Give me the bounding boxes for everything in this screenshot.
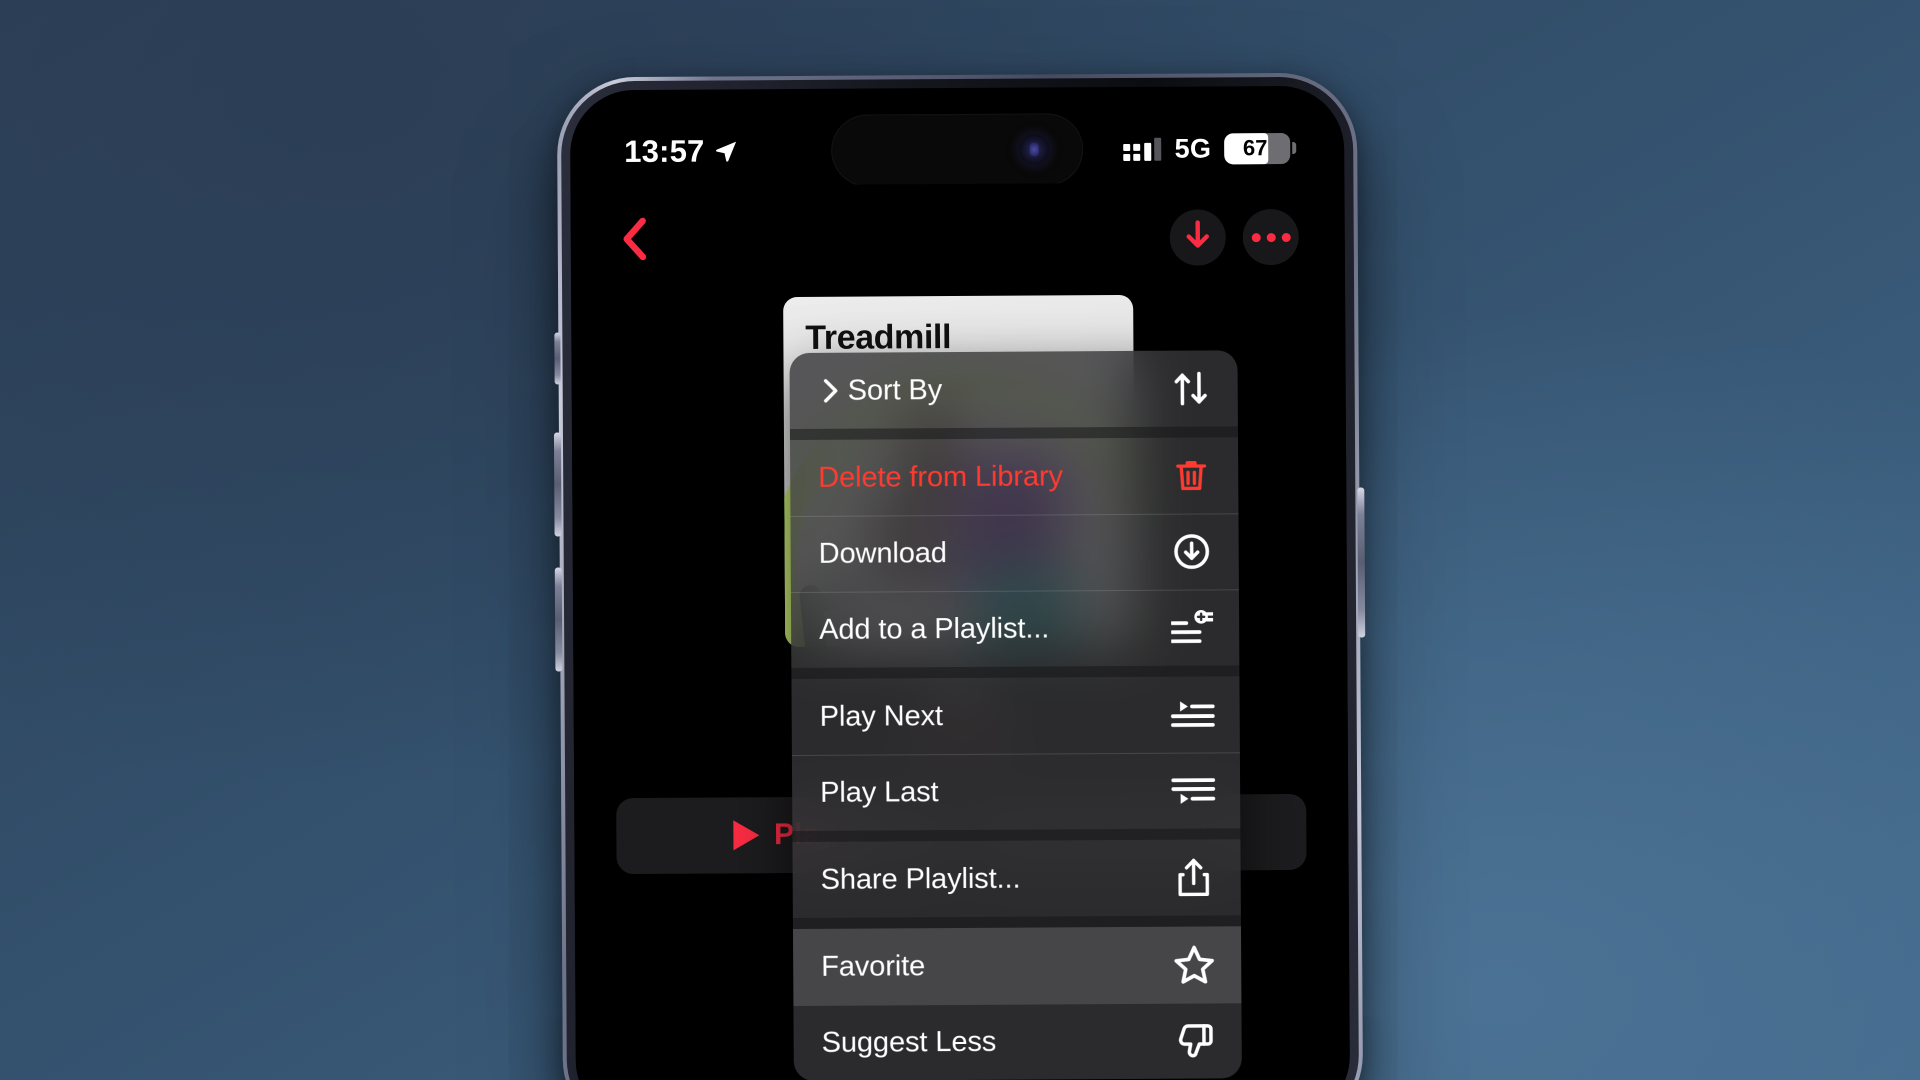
chevron-left-icon [619, 215, 649, 266]
menu-item-share-playlist[interactable]: Share Playlist... [792, 839, 1240, 918]
thumbs-down-icon [1172, 1017, 1218, 1063]
menu-item-download[interactable]: Download [790, 513, 1238, 592]
battery-percent-label: 67 [1242, 135, 1268, 161]
play-next-icon [1170, 691, 1216, 737]
menu-item-label: Download [818, 536, 947, 570]
sort-arrows-icon [1168, 365, 1214, 411]
desktop-background: 13:57 5G 67 Treadmill Sort By Delete fro… [0, 0, 1920, 1080]
menu-item-label: Add to a Playlist... [819, 611, 1050, 646]
volume-up-button[interactable] [553, 432, 562, 537]
menu-item-play-last[interactable]: Play Last [792, 752, 1240, 831]
download-circle-icon [1169, 528, 1215, 574]
battery-cap [1292, 141, 1297, 154]
context-menu: Sort By Delete from Library Download Add to… [789, 350, 1242, 1080]
menu-group: Delete from Library Download Add to a Play… [789, 437, 1240, 669]
menu-group: Play Next Play Last [791, 676, 1241, 832]
apple-music-playlist-view: Treadmill To Apple Play Sort ByDelete f [570, 181, 1351, 1080]
menu-item-label: Favorite [821, 949, 926, 983]
menu-item-sort-by[interactable]: Sort By [789, 350, 1237, 429]
menu-item-play-next[interactable]: Play Next [791, 676, 1239, 755]
silent-switch-button[interactable] [554, 332, 561, 385]
play-triangle-icon [732, 820, 760, 851]
menu-item-label: Share Playlist... [820, 862, 1021, 896]
menu-item-favorite[interactable]: Favorite [792, 926, 1242, 1006]
menu-group: Sort By [789, 350, 1238, 430]
more-options-button[interactable] [1242, 208, 1299, 266]
menu-group: Favorite Suggest Less [792, 926, 1242, 1080]
star-icon [1171, 941, 1217, 987]
menu-item-label: Play Last [820, 775, 939, 809]
menu-group: Share Playlist... [792, 839, 1241, 919]
menu-item-suggest-less[interactable]: Suggest Less [793, 1002, 1241, 1080]
navigation-actions [1169, 208, 1299, 266]
share-icon [1171, 854, 1217, 900]
menu-item-delete-from-library[interactable]: Delete from Library [790, 437, 1238, 516]
menu-item-label: Suggest Less [821, 1025, 997, 1059]
trash-icon [1168, 452, 1214, 498]
play-last-icon [1170, 767, 1216, 813]
playlist-add-icon [1169, 604, 1215, 650]
menu-item-add-to-a-playlist[interactable]: Add to a Playlist... [791, 589, 1239, 668]
download-arrow-icon [1183, 219, 1213, 256]
network-type-label: 5G [1174, 132, 1212, 164]
chevron-right-icon [818, 378, 844, 404]
phone-screen: 13:57 5G 67 Treadmill Sort By Delete fro… [569, 85, 1351, 1080]
status-bar-clock: 13:57 [624, 133, 705, 170]
download-button[interactable] [1169, 209, 1226, 266]
location-arrow-icon [714, 139, 738, 163]
menu-item-label: Play Next [819, 699, 943, 733]
power-button[interactable] [1357, 487, 1366, 638]
status-bar-right: 5G 67 [1123, 132, 1297, 164]
cellular-signal-icon [1123, 137, 1162, 161]
navigation-bar [571, 202, 1345, 277]
status-bar-left: 13:57 [624, 133, 739, 170]
back-button[interactable] [617, 215, 651, 266]
volume-down-button[interactable] [554, 567, 563, 672]
iphone-device-frame: 13:57 5G 67 Treadmill Sort By Delete fro… [553, 72, 1366, 1080]
menu-item-label: Sort By [847, 373, 943, 407]
battery-indicator: 67 [1224, 132, 1297, 164]
status-bar: 13:57 5G 67 [570, 124, 1344, 177]
menu-item-label: Delete from Library [818, 459, 1063, 494]
more-ellipsis-icon [1251, 232, 1291, 242]
